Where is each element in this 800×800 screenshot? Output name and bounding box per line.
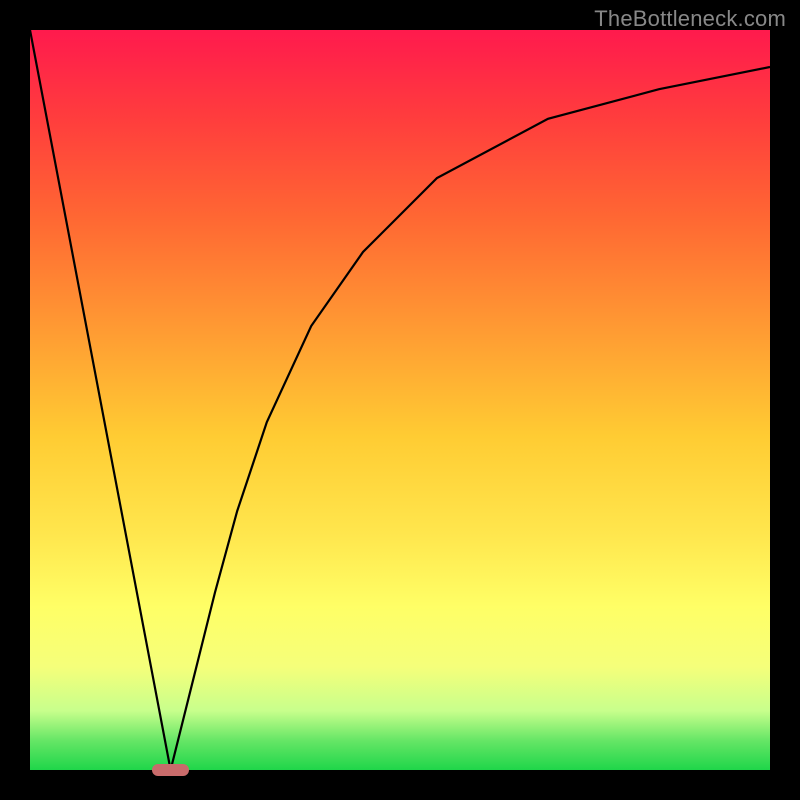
chart-frame: TheBottleneck.com	[0, 0, 800, 800]
watermark-text: TheBottleneck.com	[594, 6, 786, 32]
plot-area	[30, 30, 770, 770]
optimal-marker	[152, 764, 189, 776]
